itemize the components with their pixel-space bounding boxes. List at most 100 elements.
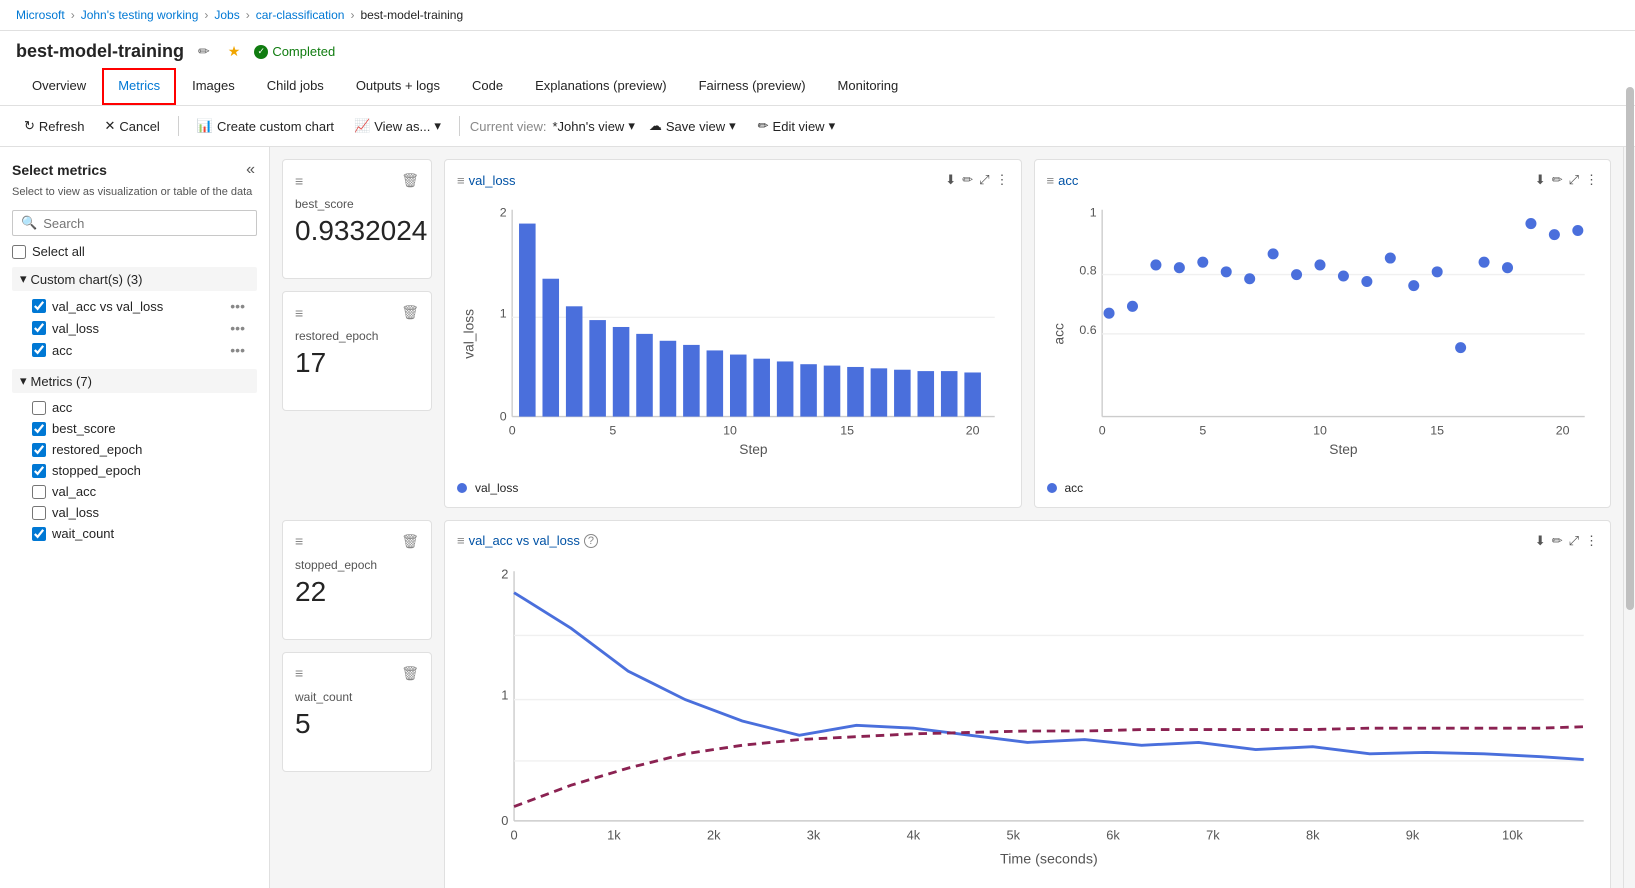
val-loss-legend: val_loss [457,481,1009,495]
breadcrumb-car-classification[interactable]: car-classification [256,8,345,22]
custom-item-more-3[interactable]: ••• [226,342,249,358]
metric-card-name-stopped-epoch: stopped_epoch [295,558,419,572]
custom-item-checkbox-3[interactable] [32,343,46,357]
val-acc-val-loss-chart-header: ≡ val_acc vs val_loss ? ⬇ ✏ ⤢ ⋮ [457,533,1598,549]
current-view-label: Current view: [470,119,547,134]
metric-card-best-score: ≡ 🗑 best_score 0.9332024 [282,159,432,279]
page-header: best-model-training ✏ ★ Completed [0,31,1635,68]
val-loss-download-button[interactable]: ⬇ [945,172,956,188]
acc-download-button[interactable]: ⬇ [1535,172,1546,188]
metric-cards-column: ≡ 🗑 best_score 0.9332024 ≡ 🗑 restored_ep… [282,159,432,508]
metric-item-acc: acc [12,397,257,418]
save-view-button[interactable]: ☁ Save view ▾ [641,114,744,138]
tab-child-jobs[interactable]: Child jobs [251,68,340,105]
view-as-button[interactable]: 📈 View as... ▾ [346,114,449,138]
val-loss-more-button[interactable]: ⋮ [996,172,1009,188]
metric-checkbox-val-acc[interactable] [32,485,46,499]
metric-card-value-wait-count: 5 [295,708,419,740]
chart-drag-icon-val-loss: ≡ [457,173,465,188]
combo-edit-button[interactable]: ✏ [1552,533,1563,549]
metric-checkbox-val-loss[interactable] [32,506,46,520]
scroll-thumb[interactable] [1626,147,1634,610]
acc-more-button[interactable]: ⋮ [1585,172,1598,188]
val-loss-edit-button[interactable]: ✏ [962,172,973,188]
tab-images[interactable]: Images [176,68,251,105]
create-chart-label: Create custom chart [217,119,334,134]
delete-wait-count-button[interactable]: 🗑 [401,665,419,682]
metric-item-restored-epoch: restored_epoch [12,439,257,460]
delete-best-score-button[interactable]: 🗑 [401,172,419,189]
select-all-checkbox-label[interactable]: Select all [12,244,85,259]
breadcrumb-current: best-model-training [360,8,463,22]
tab-outputs-logs[interactable]: Outputs + logs [340,68,456,105]
edit-title-button[interactable]: ✏ [194,41,214,62]
custom-item-checkbox-1[interactable] [32,299,46,313]
acc-title-text: acc [1058,173,1078,188]
right-scrollbar[interactable] [1623,147,1635,888]
acc-edit-button[interactable]: ✏ [1552,172,1563,188]
metrics-group-header[interactable]: ▾ Metrics (7) [12,369,257,393]
val-loss-expand-button[interactable]: ⤢ [979,172,989,188]
breadcrumb-jobs[interactable]: Jobs [214,8,239,22]
svg-text:0.6: 0.6 [1079,323,1096,337]
metric-label-best-score: best_score [52,421,116,436]
combo-download-button[interactable]: ⬇ [1535,533,1546,549]
delete-stopped-epoch-button[interactable]: 🗑 [401,533,419,550]
info-icon[interactable]: ? [584,534,598,548]
chevron-down-icon2: ▾ [628,118,635,134]
svg-text:1k: 1k [607,827,621,842]
refresh-button[interactable]: ↻ Refresh [16,114,92,138]
tab-code[interactable]: Code [456,68,519,105]
svg-text:20: 20 [966,424,980,438]
tab-metrics[interactable]: Metrics [102,68,176,105]
line-chart-icon: 📈 [354,118,370,134]
tab-fairness[interactable]: Fairness (preview) [683,68,822,105]
toolbar: ↻ Refresh ✕ Cancel 📊 Create custom chart… [0,106,1635,147]
combo-more-button[interactable]: ⋮ [1585,533,1598,549]
val-loss-chart-actions: ⬇ ✏ ⤢ ⋮ [945,172,1008,188]
bottom-metric-cards: ≡ 🗑 stopped_epoch 22 ≡ 🗑 wait_count 5 [282,520,432,888]
metric-checkbox-wait-count[interactable] [32,527,46,541]
combo-expand-button[interactable]: ⤢ [1569,533,1579,549]
metric-card-header-restored-epoch: ≡ 🗑 [295,304,419,321]
breadcrumb-testing[interactable]: John's testing working [81,8,199,22]
custom-charts-group-header[interactable]: ▾ Custom chart(s) (3) [12,267,257,291]
svg-text:7k: 7k [1206,827,1220,842]
metric-card-restored-epoch: ≡ 🗑 restored_epoch 17 [282,291,432,411]
custom-item-more-1[interactable]: ••• [226,298,249,314]
custom-item-more-2[interactable]: ••• [226,320,249,336]
metric-checkbox-best-score[interactable] [32,422,46,436]
select-all-checkbox[interactable] [12,245,26,259]
svg-text:3k: 3k [807,827,821,842]
chart-drag-icon-combo: ≡ [457,533,465,548]
metric-item-left-acc: acc [32,400,72,415]
delete-restored-epoch-button[interactable]: 🗑 [401,304,419,321]
custom-item-checkbox-2[interactable] [32,321,46,335]
breadcrumb-microsoft[interactable]: Microsoft [16,8,65,22]
metric-item-left-stopped-epoch: stopped_epoch [32,463,141,478]
metric-checkbox-acc[interactable] [32,401,46,415]
val-loss-chart-header: ≡ val_loss ⬇ ✏ ⤢ ⋮ [457,172,1009,188]
chevron-down-custom-icon: ▾ [20,271,27,287]
svg-text:8k: 8k [1306,827,1320,842]
create-chart-button[interactable]: 📊 Create custom chart [189,114,342,138]
search-input[interactable] [43,216,248,231]
edit-view-button[interactable]: ✏ Edit view ▾ [750,114,843,138]
acc-legend-text: acc [1065,481,1084,495]
metric-checkbox-stopped-epoch[interactable] [32,464,46,478]
sidebar-collapse-button[interactable]: « [244,159,257,181]
current-view-dropdown[interactable]: *John's view ▾ [552,118,634,134]
metric-item-left-best-score: best_score [32,421,116,436]
svg-text:acc: acc [1051,323,1066,345]
acc-expand-button[interactable]: ⤢ [1569,172,1579,188]
metric-checkbox-restored-epoch[interactable] [32,443,46,457]
favorite-button[interactable]: ★ [224,41,245,62]
tab-overview[interactable]: Overview [16,68,102,105]
svg-text:6k: 6k [1106,827,1120,842]
metric-card-header-wait-count: ≡ 🗑 [295,665,419,682]
tab-explanations[interactable]: Explanations (preview) [519,68,683,105]
tab-monitoring[interactable]: Monitoring [822,68,915,105]
cancel-button[interactable]: ✕ Cancel [96,114,167,138]
chevron-down-icon: ▾ [434,118,441,134]
breadcrumb: Microsoft › John's testing working › Job… [0,0,1635,31]
